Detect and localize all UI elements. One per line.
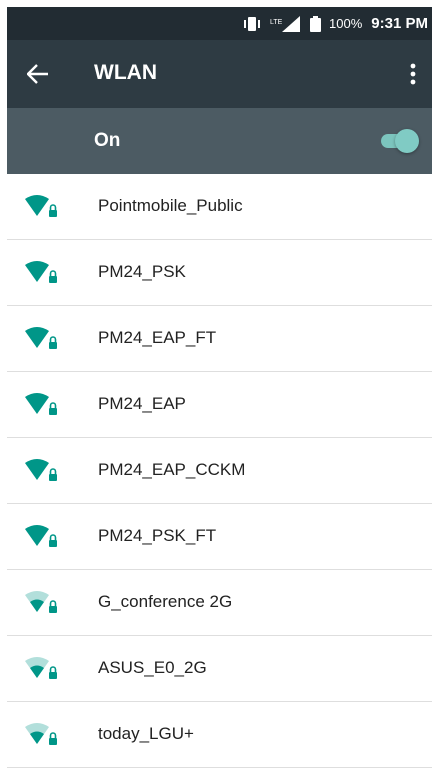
signal-lte-icon: LTE bbox=[270, 15, 301, 32]
wifi-locked-icon bbox=[25, 723, 57, 745]
wlan-toggle[interactable] bbox=[377, 128, 421, 154]
network-row[interactable]: today_LGU+ bbox=[7, 702, 432, 768]
switch-state-label: On bbox=[94, 130, 121, 151]
network-name: PM24_PSK bbox=[98, 262, 186, 281]
network-row[interactable]: G_conference 2G bbox=[7, 570, 432, 636]
network-row[interactable]: ASUS_E0_2G bbox=[7, 636, 432, 702]
clock: 9:31 PM bbox=[371, 15, 428, 32]
toggle-thumb bbox=[395, 129, 419, 153]
network-name: PM24_EAP bbox=[98, 394, 186, 413]
network-row[interactable]: PM24_EAP bbox=[7, 372, 432, 438]
network-row[interactable]: PM24_PSK bbox=[7, 240, 432, 306]
network-row[interactable]: PM24_EAP_FT bbox=[7, 306, 432, 372]
network-name: Pointmobile_Public bbox=[98, 196, 243, 215]
screen: LTE 100% 9:31 PM WLAN On Pointmobile_Pub… bbox=[7, 7, 432, 771]
network-row[interactable]: Pointmobile_Public bbox=[7, 174, 432, 240]
battery-icon bbox=[310, 15, 322, 32]
network-name: G_conference 2G bbox=[98, 592, 233, 611]
wifi-locked-icon bbox=[25, 591, 57, 613]
wifi-locked-icon bbox=[25, 525, 57, 547]
wlan-master-switch-row[interactable]: On bbox=[7, 108, 432, 174]
vibrate-icon bbox=[244, 16, 261, 31]
battery-percent: 100% bbox=[329, 16, 363, 31]
page-title: WLAN bbox=[94, 61, 157, 84]
toolbar: WLAN bbox=[7, 40, 432, 108]
wifi-locked-icon bbox=[25, 195, 57, 217]
status-bar: LTE 100% 9:31 PM bbox=[7, 7, 432, 40]
network-name: today_LGU+ bbox=[98, 724, 194, 743]
network-name: PM24_EAP_CCKM bbox=[98, 460, 246, 479]
network-row[interactable]: PM24_EAP_CCKM bbox=[7, 438, 432, 504]
wifi-locked-icon bbox=[25, 393, 57, 415]
lte-label: LTE bbox=[270, 19, 283, 26]
network-name: PM24_PSK_FT bbox=[98, 526, 217, 545]
wifi-locked-icon bbox=[25, 459, 57, 481]
wifi-locked-icon bbox=[25, 261, 57, 283]
more-options-icon[interactable] bbox=[405, 62, 421, 86]
network-name: PM24_EAP_FT bbox=[98, 328, 217, 347]
wifi-locked-icon bbox=[25, 657, 57, 679]
wifi-locked-icon bbox=[25, 327, 57, 349]
network-name: ASUS_E0_2G bbox=[98, 658, 207, 677]
network-row[interactable]: PM24_PSK_FT bbox=[7, 504, 432, 570]
network-list: Pointmobile_Public PM24_PSK PM24_EAP_FT PM2… bbox=[7, 174, 432, 768]
back-arrow-icon[interactable] bbox=[27, 64, 49, 84]
